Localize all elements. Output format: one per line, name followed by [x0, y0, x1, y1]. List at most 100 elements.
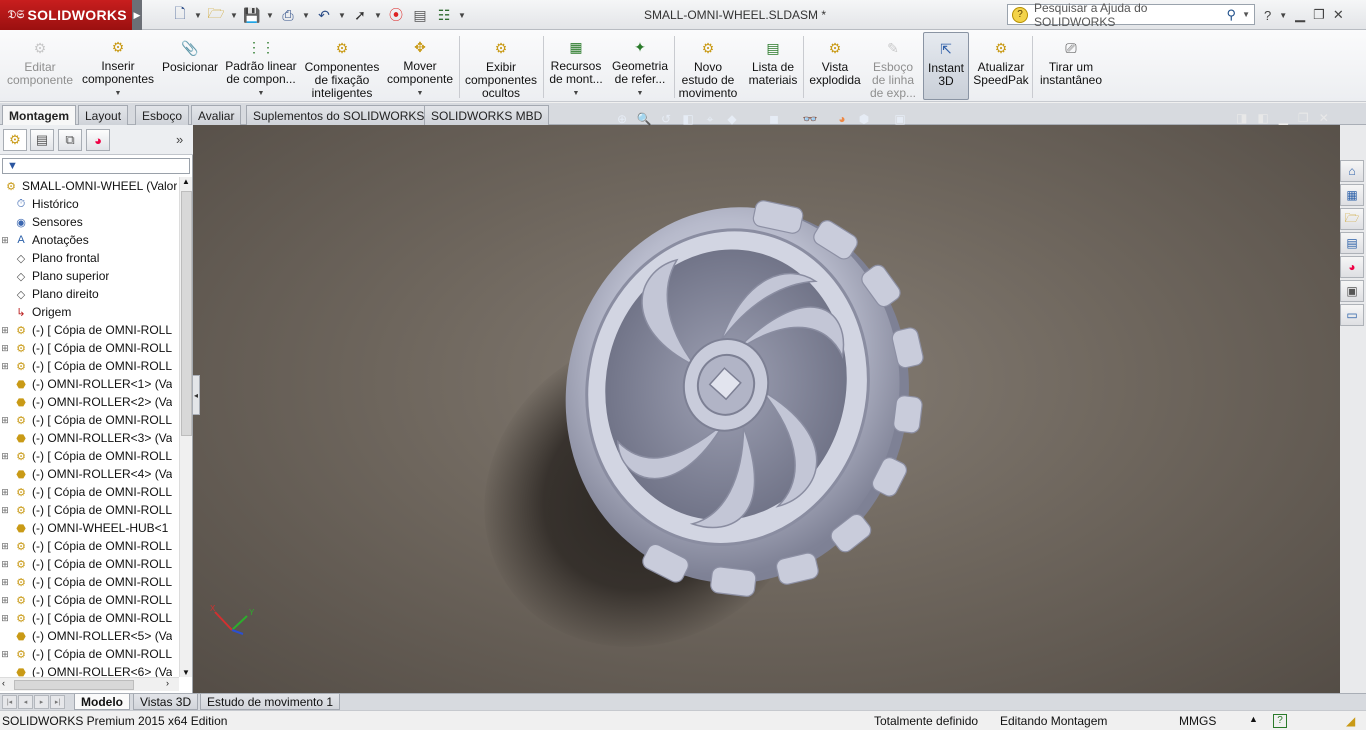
help-menu-icon[interactable]: ? — [1264, 8, 1271, 23]
tree-item[interactable]: ◉ Sensores — [0, 213, 180, 231]
previous-view-icon[interactable]: ↺ — [658, 111, 674, 127]
tab-montagem[interactable]: Montagem — [2, 105, 76, 126]
expand-plus-icon[interactable]: ⊞ — [0, 595, 10, 606]
configuration-manager-tab-icon[interactable]: ⧉ — [58, 129, 82, 151]
expand-plus-icon[interactable]: ⊞ — [0, 325, 10, 336]
tree-scroll-thumb[interactable] — [181, 191, 192, 436]
expand-panel-chevron-icon[interactable]: » — [176, 132, 183, 147]
options-dropdown-icon[interactable]: ▼ — [458, 11, 466, 20]
select-dropdown-icon[interactable]: ▼ — [374, 11, 382, 20]
minimize-icon[interactable]: ▁ — [1295, 7, 1305, 23]
next-tab-icon[interactable]: ▸ — [34, 695, 49, 709]
last-tab-icon[interactable]: ▸| — [50, 695, 65, 709]
exploded-view-button[interactable]: ⚙ Vista explodida — [806, 32, 864, 100]
assembly-features-button[interactable]: ▦ Recursos de mont... ▼ — [546, 32, 606, 100]
instant-3d-button[interactable]: ⇱ Instant 3D — [923, 32, 969, 100]
section-view-icon[interactable]: ◧ — [680, 111, 696, 127]
tree-item[interactable]: ⊞ ⚙ (-) [ Cópia de OMNI-ROLL — [0, 447, 180, 465]
show-hidden-components-button[interactable]: ⚙ Exibir componentes ocultos — [462, 32, 540, 100]
first-tab-icon[interactable]: |◂ — [2, 695, 17, 709]
display-manager-tab-icon[interactable]: ◕ — [86, 129, 110, 151]
tree-filter-input[interactable]: ▼ — [2, 158, 190, 174]
undo-dropdown-icon[interactable]: ▼ — [338, 11, 346, 20]
expand-plus-icon[interactable]: ⊞ — [0, 649, 10, 660]
scroll-down-icon[interactable]: ▼ — [182, 668, 190, 677]
tree-item[interactable]: ◇ Plano superior — [0, 267, 180, 285]
tree-item[interactable]: ⊞ ⚙ (-) [ Cópia de OMNI-ROLL — [0, 537, 180, 555]
viewport-close-icon[interactable]: ✕ — [1319, 111, 1329, 125]
new-motion-study-button[interactable]: ⚙ Novo estudo de movimento — [676, 32, 740, 100]
options-icon[interactable]: ☷ — [434, 5, 454, 25]
edit-appearance-icon[interactable]: ◕ — [834, 111, 850, 127]
tab-modelo[interactable]: Modelo — [74, 694, 130, 710]
scroll-right-icon[interactable]: › — [166, 678, 169, 688]
viewport-restore-icon[interactable]: ❐ — [1298, 111, 1309, 125]
tree-hscroll-thumb[interactable] — [14, 680, 134, 690]
solidworks-logo[interactable]: 𝔇𝔖 SOLIDWORKS — [0, 0, 132, 30]
reference-geometry-button[interactable]: ✦ Geometria de refer... ▼ — [608, 32, 672, 100]
status-units[interactable]: MMGS — [1179, 714, 1216, 728]
move-component-button[interactable]: ✥ Mover componente ▼ — [384, 32, 456, 100]
display-style-icon[interactable]: ◼ — [766, 111, 782, 127]
new-dropdown-icon[interactable]: ▼ — [194, 11, 202, 20]
solidworks-resources-home-icon[interactable]: ⌂ — [1340, 160, 1364, 182]
dynamic-annotation-icon[interactable]: ⌖ — [702, 111, 718, 127]
tree-item[interactable]: ⬣ (-) OMNI-ROLLER<4> (Va — [0, 465, 180, 483]
tab-motion-study[interactable]: Estudo de movimento 1 — [200, 694, 341, 710]
explode-line-sketch-button[interactable]: ✎ Esboço de linha de exp... — [866, 32, 920, 100]
open-dropdown-icon[interactable]: ▼ — [230, 11, 238, 20]
tree-item[interactable]: ⊞ ⚙ (-) [ Cópia de OMNI-ROLL — [0, 591, 180, 609]
omni-wheel-model[interactable] — [422, 200, 958, 711]
viewport-next-icon[interactable]: ◧ — [1257, 111, 1268, 125]
expand-plus-icon[interactable]: ⊞ — [0, 613, 10, 624]
bill-of-materials-button[interactable]: ▤ Lista de materiais — [744, 32, 802, 100]
help-search-box[interactable]: ? Pesquisar a Ajuda do SOLIDWORKS ⚲ ▼ — [1007, 1, 1255, 29]
tree-item[interactable]: ⊞ ⚙ (-) [ Cópia de OMNI-ROLL — [0, 501, 180, 519]
tree-item[interactable]: ⊞ ⚙ (-) [ Cópia de OMNI-ROLL — [0, 483, 180, 501]
scroll-left-icon[interactable]: ‹ — [2, 678, 5, 688]
tab-vistas-3d[interactable]: Vistas 3D — [133, 694, 199, 710]
save-icon[interactable]: 💾 — [242, 5, 262, 25]
zoom-to-area-icon[interactable]: 🔍 — [636, 111, 652, 127]
tree-item[interactable]: ⬣ (-) OMNI-ROLLER<6> (Va — [0, 663, 180, 677]
tree-item[interactable]: ⊞ ⚙ (-) [ Cópia de OMNI-ROLL — [0, 573, 180, 591]
tree-item[interactable]: ⊞ ⚙ (-) [ Cópia de OMNI-ROLL — [0, 411, 180, 429]
appearances-scenes-icon[interactable]: ◕ — [1340, 256, 1364, 278]
expand-plus-icon[interactable]: ⊞ — [0, 343, 10, 354]
select-cursor-icon[interactable]: ➚ — [350, 5, 370, 25]
viewport-minimize-icon[interactable]: ▁ — [1279, 111, 1288, 125]
tree-item[interactable]: ↳ Origem — [0, 303, 180, 321]
view-orientation-icon[interactable]: ◆ — [724, 111, 740, 127]
tab-esboco[interactable]: Esboço — [135, 105, 190, 125]
save-dropdown-icon[interactable]: ▼ — [266, 11, 274, 20]
menu-expand-arrow-icon[interactable]: ▶ — [132, 0, 142, 30]
tree-item[interactable]: ⏱ Histórico — [0, 195, 180, 213]
tree-item[interactable]: ⬣ (-) OMNI-ROLLER<3> (Va — [0, 429, 180, 447]
expand-plus-icon[interactable]: ⊞ — [0, 559, 10, 570]
view-settings-icon[interactable]: ▣ — [892, 111, 908, 127]
tree-item[interactable]: ⊞ A Anotações — [0, 231, 180, 249]
design-library-icon[interactable]: ▦ — [1340, 184, 1364, 206]
expand-plus-icon[interactable]: ⊞ — [0, 541, 10, 552]
tree-item[interactable]: ⊞ ⚙ (-) [ Cópia de OMNI-ROLL — [0, 357, 180, 375]
expand-plus-icon[interactable]: ⊞ — [0, 235, 10, 246]
file-explorer-icon[interactable]: 🗁 — [1340, 208, 1364, 230]
help-status-icon[interactable]: ? — [1273, 714, 1287, 728]
search-icon[interactable]: ⚲ — [1227, 7, 1237, 23]
help-dropdown-icon[interactable]: ▼ — [1279, 11, 1287, 20]
tree-item[interactable]: ⬣ (-) OMNI-ROLLER<5> (Va — [0, 627, 180, 645]
tree-item[interactable]: ◇ Plano frontal — [0, 249, 180, 267]
move-component-dropdown-icon[interactable]: ▼ — [417, 87, 424, 100]
linear-pattern-button[interactable]: ⋮⋮ Padrão linear de compon... ▼ — [224, 32, 298, 100]
edit-component-button[interactable]: ⚙ Editar componente — [4, 32, 76, 100]
tree-item[interactable]: ⊞ ⚙ (-) [ Cópia de OMNI-ROLL — [0, 645, 180, 663]
panel-collapse-handle[interactable]: ◂ — [192, 375, 200, 415]
tree-vertical-scrollbar[interactable]: ▲ ▼ — [179, 177, 192, 677]
hide-show-items-icon[interactable]: 👓 — [802, 111, 818, 127]
tree-item[interactable]: ⊞ ⚙ (-) [ Cópia de OMNI-ROLL — [0, 555, 180, 573]
tab-layout[interactable]: Layout — [78, 105, 129, 125]
tab-suplementos[interactable]: Suplementos do SOLIDWORKS — [246, 105, 432, 125]
insert-components-button[interactable]: ⚙ Inserir componentes ▼ — [80, 32, 156, 100]
feature-manager-tab-icon[interactable]: ⚙ — [3, 129, 27, 151]
units-dropdown-icon[interactable]: ▲ — [1249, 714, 1258, 724]
